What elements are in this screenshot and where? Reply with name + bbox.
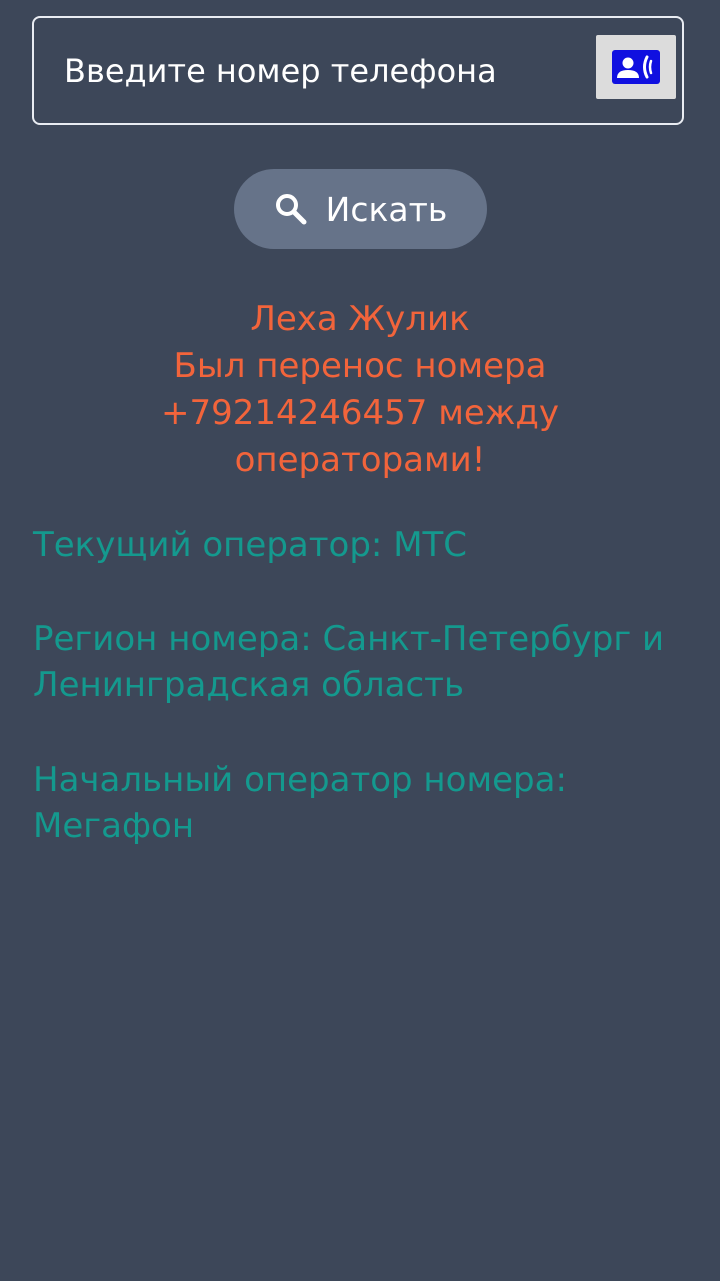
warning-line: Был перенос номера: [173, 346, 547, 386]
contact-phone-icon: [612, 50, 660, 84]
warning-line: +79214246457 между: [160, 393, 560, 433]
port-warning: Леха Жулик Был перенос номера +792142464…: [140, 296, 580, 484]
search-button-label: Искать: [325, 189, 448, 229]
phone-number-input[interactable]: [64, 18, 594, 123]
contacts-button[interactable]: [596, 35, 676, 99]
original-operator: Начальный оператор номера: Мегафон: [33, 760, 567, 846]
search-button[interactable]: Искать: [234, 169, 487, 249]
current-operator: Текущий оператор: МТС: [33, 525, 468, 565]
search-icon: [274, 192, 308, 226]
phone-input-container: [32, 16, 684, 125]
warning-line: Леха Жулик: [250, 299, 470, 339]
number-region: Регион номера: Санкт-Петербург и Ленингр…: [33, 619, 665, 705]
warning-line: операторами!: [234, 440, 486, 480]
